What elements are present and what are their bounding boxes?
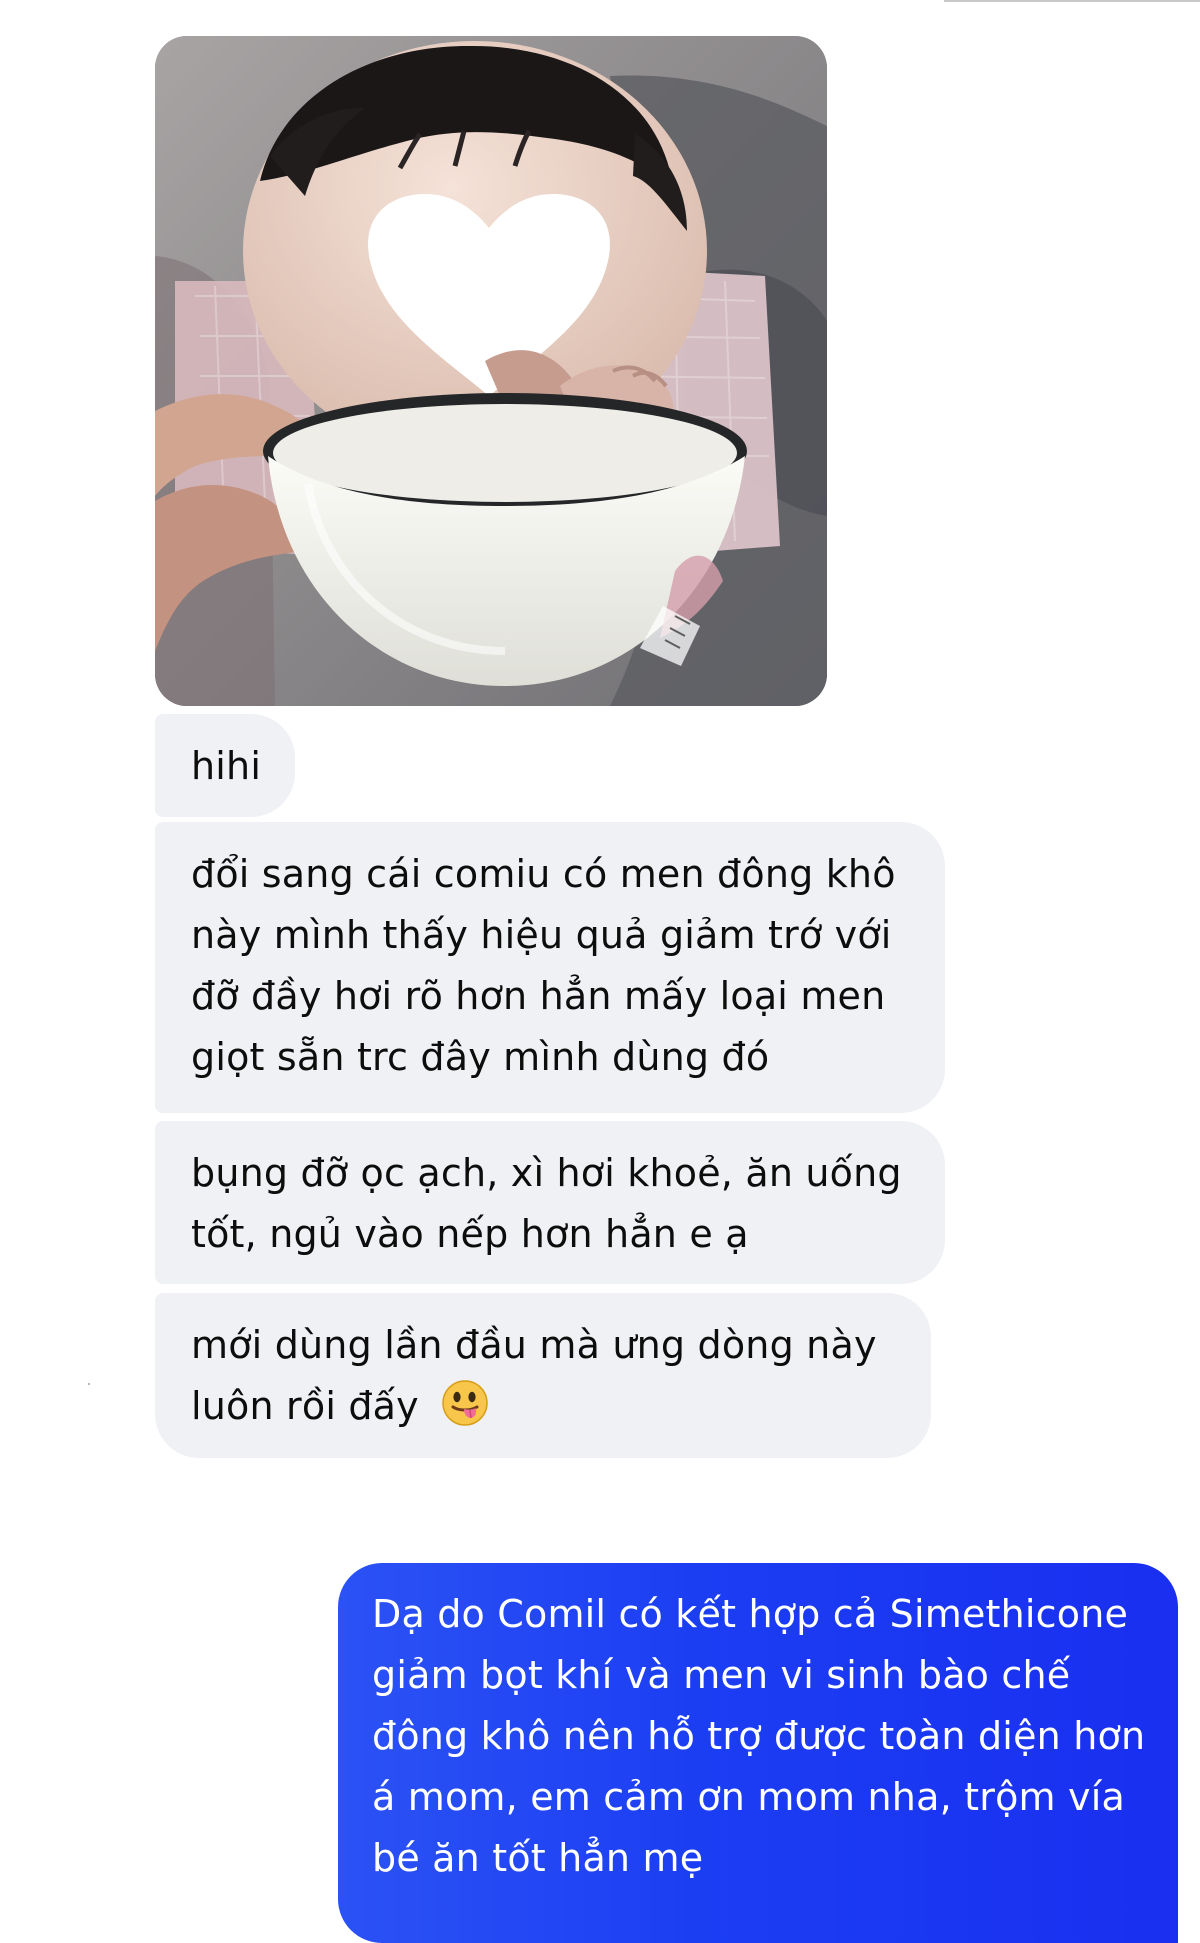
incoming-message-1-text: hihi bbox=[191, 744, 262, 788]
incoming-message-2-text: đổi sang cái comiu có men đông khô này m… bbox=[191, 852, 896, 1079]
top-divider bbox=[944, 0, 1200, 2]
tongue-emoji-icon bbox=[441, 1379, 489, 1427]
speck bbox=[88, 1383, 90, 1385]
incoming-message-3-text: bụng đỡ ọc ạch, xì hơi khoẻ, ăn uống tốt… bbox=[191, 1151, 902, 1256]
baby-photo-illustration bbox=[155, 36, 827, 706]
outgoing-message-1[interactable]: Dạ do Comil có kết hợp cả Simethicone gi… bbox=[338, 1563, 1178, 1943]
incoming-message-1[interactable]: hihi bbox=[155, 714, 295, 817]
outgoing-message-1-text: Dạ do Comil có kết hợp cả Simethicone gi… bbox=[372, 1592, 1146, 1880]
shared-photo[interactable] bbox=[155, 36, 827, 706]
incoming-message-2[interactable]: đổi sang cái comiu có men đông khô này m… bbox=[155, 822, 945, 1113]
incoming-message-4-text: mới dùng lần đầu mà ưng dòng này luôn rồ… bbox=[191, 1323, 877, 1428]
incoming-message-3[interactable]: bụng đỡ ọc ạch, xì hơi khoẻ, ăn uống tốt… bbox=[155, 1121, 945, 1284]
incoming-message-4[interactable]: mới dùng lần đầu mà ưng dòng này luôn rồ… bbox=[155, 1293, 931, 1458]
